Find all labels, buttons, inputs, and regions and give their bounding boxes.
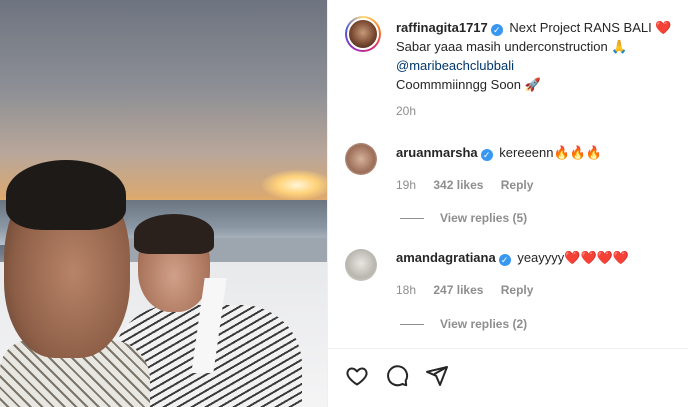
heart-icon[interactable]: [344, 363, 370, 389]
reply-button[interactable]: Reply: [501, 178, 534, 192]
commenter-username[interactable]: amandagratiana: [396, 250, 496, 265]
verified-badge-icon: ✓: [490, 24, 503, 36]
comment-text: yeayyyy❤️❤️❤️❤️: [517, 250, 630, 265]
commenter-avatar[interactable]: [345, 143, 377, 175]
comment-time[interactable]: 19h: [396, 178, 416, 192]
man-hair: [6, 160, 126, 230]
comment-text: kereeenn🔥🔥🔥: [499, 145, 603, 160]
post-detail-panel: raffinagita1717 ✓ Next Project RANS BALI …: [327, 0, 688, 407]
comment-meta: 19h 342 likes Reply: [396, 178, 547, 192]
woman-hair: [134, 214, 214, 254]
caption-line-4: Coommmiinngg Soon 🚀: [396, 77, 541, 92]
view-replies-label: View replies (2): [440, 317, 528, 331]
verified-badge-icon: ✓: [480, 149, 493, 161]
view-replies-button[interactable]: View replies (2): [400, 317, 527, 331]
commenter-username[interactable]: aruanmarsha: [396, 145, 478, 160]
mention-link[interactable]: @maribeachclubbali: [396, 58, 514, 73]
comment-likes[interactable]: 247 likes: [433, 283, 483, 297]
sunset-sun: [262, 170, 327, 200]
share-icon[interactable]: [424, 363, 450, 389]
view-replies-label: View replies (5): [440, 211, 528, 225]
author-username[interactable]: raffinagita1717: [396, 20, 488, 35]
comment: amandagratiana ✓ yeayyyy❤️❤️❤️❤️: [396, 249, 629, 267]
comment-likes[interactable]: 342 likes: [433, 178, 483, 192]
view-replies-button[interactable]: View replies (5): [400, 211, 527, 225]
comment: aruanmarsha ✓ kereeenn🔥🔥🔥: [396, 144, 602, 162]
post-timestamp[interactable]: 20h: [396, 104, 416, 118]
author-avatar[interactable]: [345, 16, 381, 52]
divider-line: [400, 218, 424, 220]
verified-badge-icon: ✓: [498, 254, 511, 266]
post-caption: raffinagita1717 ✓ Next Project RANS BALI …: [396, 18, 681, 94]
reply-button[interactable]: Reply: [501, 283, 534, 297]
post-photo[interactable]: [0, 0, 327, 407]
caption-line-2: Sabar yaaa masih underconstruction 🙏: [396, 39, 628, 54]
post-actions-bar: [328, 348, 688, 407]
divider-line: [400, 324, 424, 326]
comment-time[interactable]: 18h: [396, 283, 416, 297]
comment-icon[interactable]: [384, 363, 410, 389]
comment-meta: 18h 247 likes Reply: [396, 283, 547, 297]
caption-line-1: Next Project RANS BALI: [509, 20, 652, 35]
commenter-avatar[interactable]: [345, 249, 377, 281]
heart-emoji: ❤️: [655, 20, 672, 35]
